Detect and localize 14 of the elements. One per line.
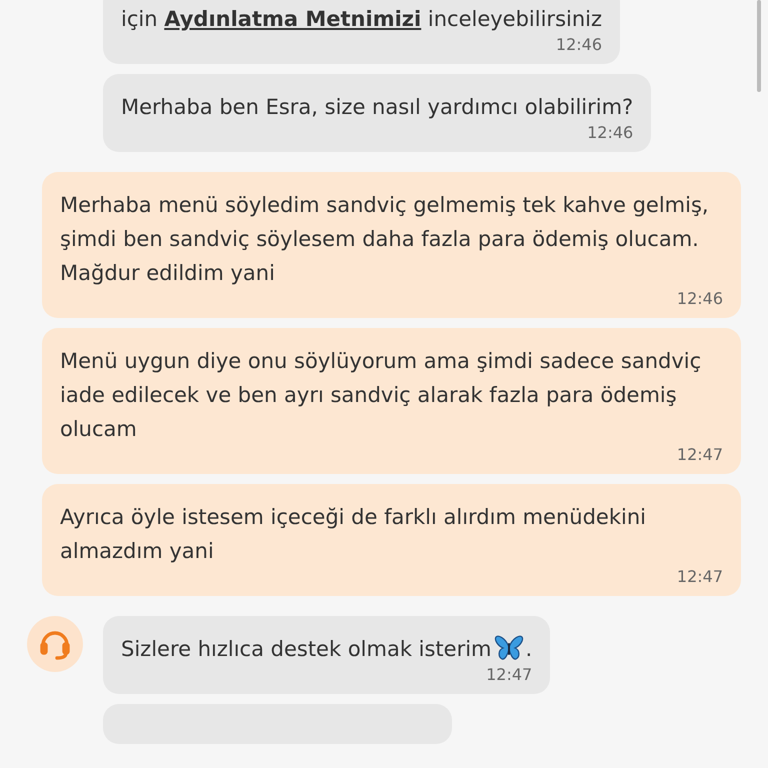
message-time: 12:47 bbox=[486, 666, 532, 684]
message-time: 12:46 bbox=[676, 290, 723, 308]
message-text: Menü uygun diye onu söylüyorum ama şimdi sadece sandviç iade edilecek ve ben ayrı sandviç alarak fazla para ödemiş olucam bbox=[60, 348, 702, 443]
text-link[interactable]: Aydınlatma Metnimizi bbox=[164, 7, 422, 31]
message-text: Ayrıca öyle istesem içeceği de farklı alırdım menüdekini almazdım yani bbox=[60, 504, 647, 565]
message-time: 12:47 bbox=[676, 446, 723, 464]
message-text: Sizlere hızlıca destek olmak isterim . bbox=[121, 634, 532, 663]
message-text: Merhaba ben Esra, size nasıl yardımcı olabilirim? bbox=[121, 94, 634, 121]
message-text: Merhaba menü söyledim sandviç gelmemiş tek kahve gelmiş, şimdi ben sandviç söylesem daha fazla para ödemiş olucam. Mağdur edildim yani bbox=[60, 192, 710, 287]
message-text: için Aydınlatma Metnimizi inceleyebilirsiniz bbox=[121, 6, 602, 33]
butterfly-icon bbox=[494, 635, 524, 661]
message-time: 12:46 bbox=[556, 36, 602, 54]
message-time: 12:46 bbox=[587, 124, 634, 142]
message-time: 12:47 bbox=[676, 568, 723, 586]
